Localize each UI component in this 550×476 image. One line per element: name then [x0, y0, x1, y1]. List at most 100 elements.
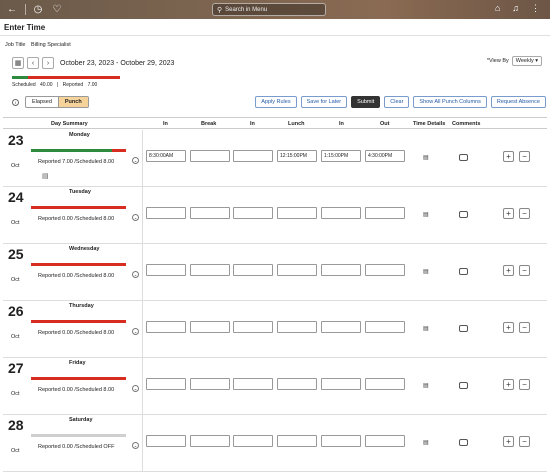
punch-time-field[interactable]: [190, 435, 230, 447]
more-options-icon[interactable]: ⋮: [531, 3, 540, 14]
punch-time-field[interactable]: [233, 321, 273, 333]
add-row-button[interactable]: +: [503, 322, 514, 333]
time-details-icon[interactable]: ▤: [423, 382, 429, 389]
day-row: 23 Oct Monday Reported 7.00 /Scheduled 8.00…: [3, 130, 547, 187]
time-details-icon[interactable]: ▤: [423, 439, 429, 446]
day-name: Thursday: [69, 303, 94, 309]
remove-row-button[interactable]: −: [519, 436, 530, 447]
punch-time-field[interactable]: [146, 264, 186, 276]
remove-row-button[interactable]: −: [519, 265, 530, 276]
expand-day-icon[interactable]: ⌄: [132, 214, 139, 221]
home-icon[interactable]: ⌂: [495, 3, 500, 14]
elapsed-option[interactable]: Elapsed: [26, 97, 58, 107]
punch-time-field[interactable]: [190, 150, 230, 162]
punch-time-field[interactable]: [277, 321, 317, 333]
add-row-button[interactable]: +: [503, 151, 514, 162]
punch-time-field[interactable]: 12:15:00PM: [277, 150, 317, 162]
expand-day-icon[interactable]: ⌄: [132, 385, 139, 392]
info-icon[interactable]: i: [12, 98, 19, 106]
add-row-button[interactable]: +: [503, 208, 514, 219]
add-row-button[interactable]: +: [503, 265, 514, 276]
period-summary: Scheduled 40.00 | Reported 7.00: [12, 76, 120, 88]
next-period-button[interactable]: ›: [42, 57, 54, 69]
comment-icon[interactable]: [459, 325, 468, 332]
punch-time-field[interactable]: [365, 207, 405, 219]
time-details-icon[interactable]: ▤: [423, 154, 429, 161]
comment-icon[interactable]: [459, 154, 468, 161]
punch-time-field[interactable]: [277, 378, 317, 390]
column-day-summary: Day Summary: [51, 121, 88, 127]
heart-icon[interactable]: ♡: [50, 3, 64, 17]
punch-time-field[interactable]: 1:15:00PM: [321, 150, 361, 162]
view-by-select[interactable]: Weekly ▾: [511, 56, 542, 66]
punch-time-field[interactable]: [321, 264, 361, 276]
day-row: 26 Oct Thursday Reported 0.00 /Scheduled 8.…: [3, 301, 547, 358]
punch-time-field[interactable]: [233, 264, 273, 276]
previous-period-button[interactable]: ‹: [27, 57, 39, 69]
apply-rules-button[interactable]: Apply Rules: [255, 96, 297, 108]
punch-time-field[interactable]: [277, 435, 317, 447]
punch-time-field[interactable]: [190, 207, 230, 219]
column-in: In: [339, 121, 344, 127]
punch-time-field[interactable]: [190, 264, 230, 276]
punch-time-field[interactable]: [321, 321, 361, 333]
punch-time-field[interactable]: [365, 264, 405, 276]
back-arrow-icon[interactable]: ←: [5, 3, 19, 17]
save-icon[interactable]: ▤: [42, 172, 49, 180]
remove-row-button[interactable]: −: [519, 151, 530, 162]
search-input[interactable]: ⚲ Search in Menu: [212, 3, 326, 16]
request-absence-button[interactable]: Request Absence: [490, 96, 546, 108]
remove-row-button[interactable]: −: [519, 208, 530, 219]
punch-time-field[interactable]: [277, 264, 317, 276]
time-details-icon[interactable]: ▤: [423, 268, 429, 275]
punch-time-field[interactable]: 8:30:00AM: [146, 150, 186, 162]
punch-time-field[interactable]: [321, 207, 361, 219]
remaining-segment: [111, 149, 126, 152]
punch-time-field[interactable]: [233, 435, 273, 447]
expand-day-icon[interactable]: ⌄: [132, 328, 139, 335]
bell-icon[interactable]: ♫: [512, 3, 519, 14]
remove-row-button[interactable]: −: [519, 379, 530, 390]
punch-time-field[interactable]: [146, 435, 186, 447]
calendar-icon[interactable]: ▦: [12, 57, 24, 69]
show-all-punch-columns-button[interactable]: Show All Punch Columns: [413, 96, 487, 108]
time-details-icon[interactable]: ▤: [423, 211, 429, 218]
add-row-button[interactable]: +: [503, 436, 514, 447]
punch-time-field[interactable]: [190, 321, 230, 333]
comment-icon[interactable]: [459, 211, 468, 218]
expand-day-icon[interactable]: ⌄: [132, 442, 139, 449]
punch-option[interactable]: Punch: [57, 97, 88, 107]
comment-icon[interactable]: [459, 268, 468, 275]
remove-row-button[interactable]: −: [519, 322, 530, 333]
clock-icon[interactable]: ◷: [31, 3, 45, 17]
clear-button[interactable]: Clear: [384, 96, 410, 108]
punch-time-field[interactable]: [321, 435, 361, 447]
punch-time-field[interactable]: [146, 321, 186, 333]
day-row: 27 Oct Friday Reported 0.00 /Scheduled 8.00…: [3, 358, 547, 415]
punch-time-field[interactable]: [365, 435, 405, 447]
comment-icon[interactable]: [459, 439, 468, 446]
punch-time-field[interactable]: [233, 378, 273, 390]
punch-time-field[interactable]: [146, 207, 186, 219]
view-by-label: *View By: [486, 58, 509, 64]
save-for-later-button[interactable]: Save for Later: [300, 96, 348, 108]
add-row-button[interactable]: +: [503, 379, 514, 390]
expand-day-icon[interactable]: ⌄: [132, 271, 139, 278]
punch-time-field[interactable]: [365, 321, 405, 333]
punch-time-field[interactable]: [233, 150, 273, 162]
time-details-icon[interactable]: ▤: [423, 325, 429, 332]
punch-time-field[interactable]: [190, 378, 230, 390]
punch-time-field[interactable]: 4:30:00PM: [365, 150, 405, 162]
submit-button[interactable]: Submit: [351, 96, 381, 108]
punch-time-field[interactable]: [277, 207, 317, 219]
expand-day-icon[interactable]: ⌄: [132, 157, 139, 164]
punch-time-field[interactable]: [233, 207, 273, 219]
divider: [142, 187, 143, 243]
scheduled-value: 40.00: [40, 82, 53, 88]
punch-time-field[interactable]: [146, 378, 186, 390]
punch-time-field[interactable]: [365, 378, 405, 390]
punch-time-field[interactable]: [321, 378, 361, 390]
day-month: Oct: [11, 391, 20, 397]
scheduled-label: Scheduled: [12, 82, 36, 88]
comment-icon[interactable]: [459, 382, 468, 389]
